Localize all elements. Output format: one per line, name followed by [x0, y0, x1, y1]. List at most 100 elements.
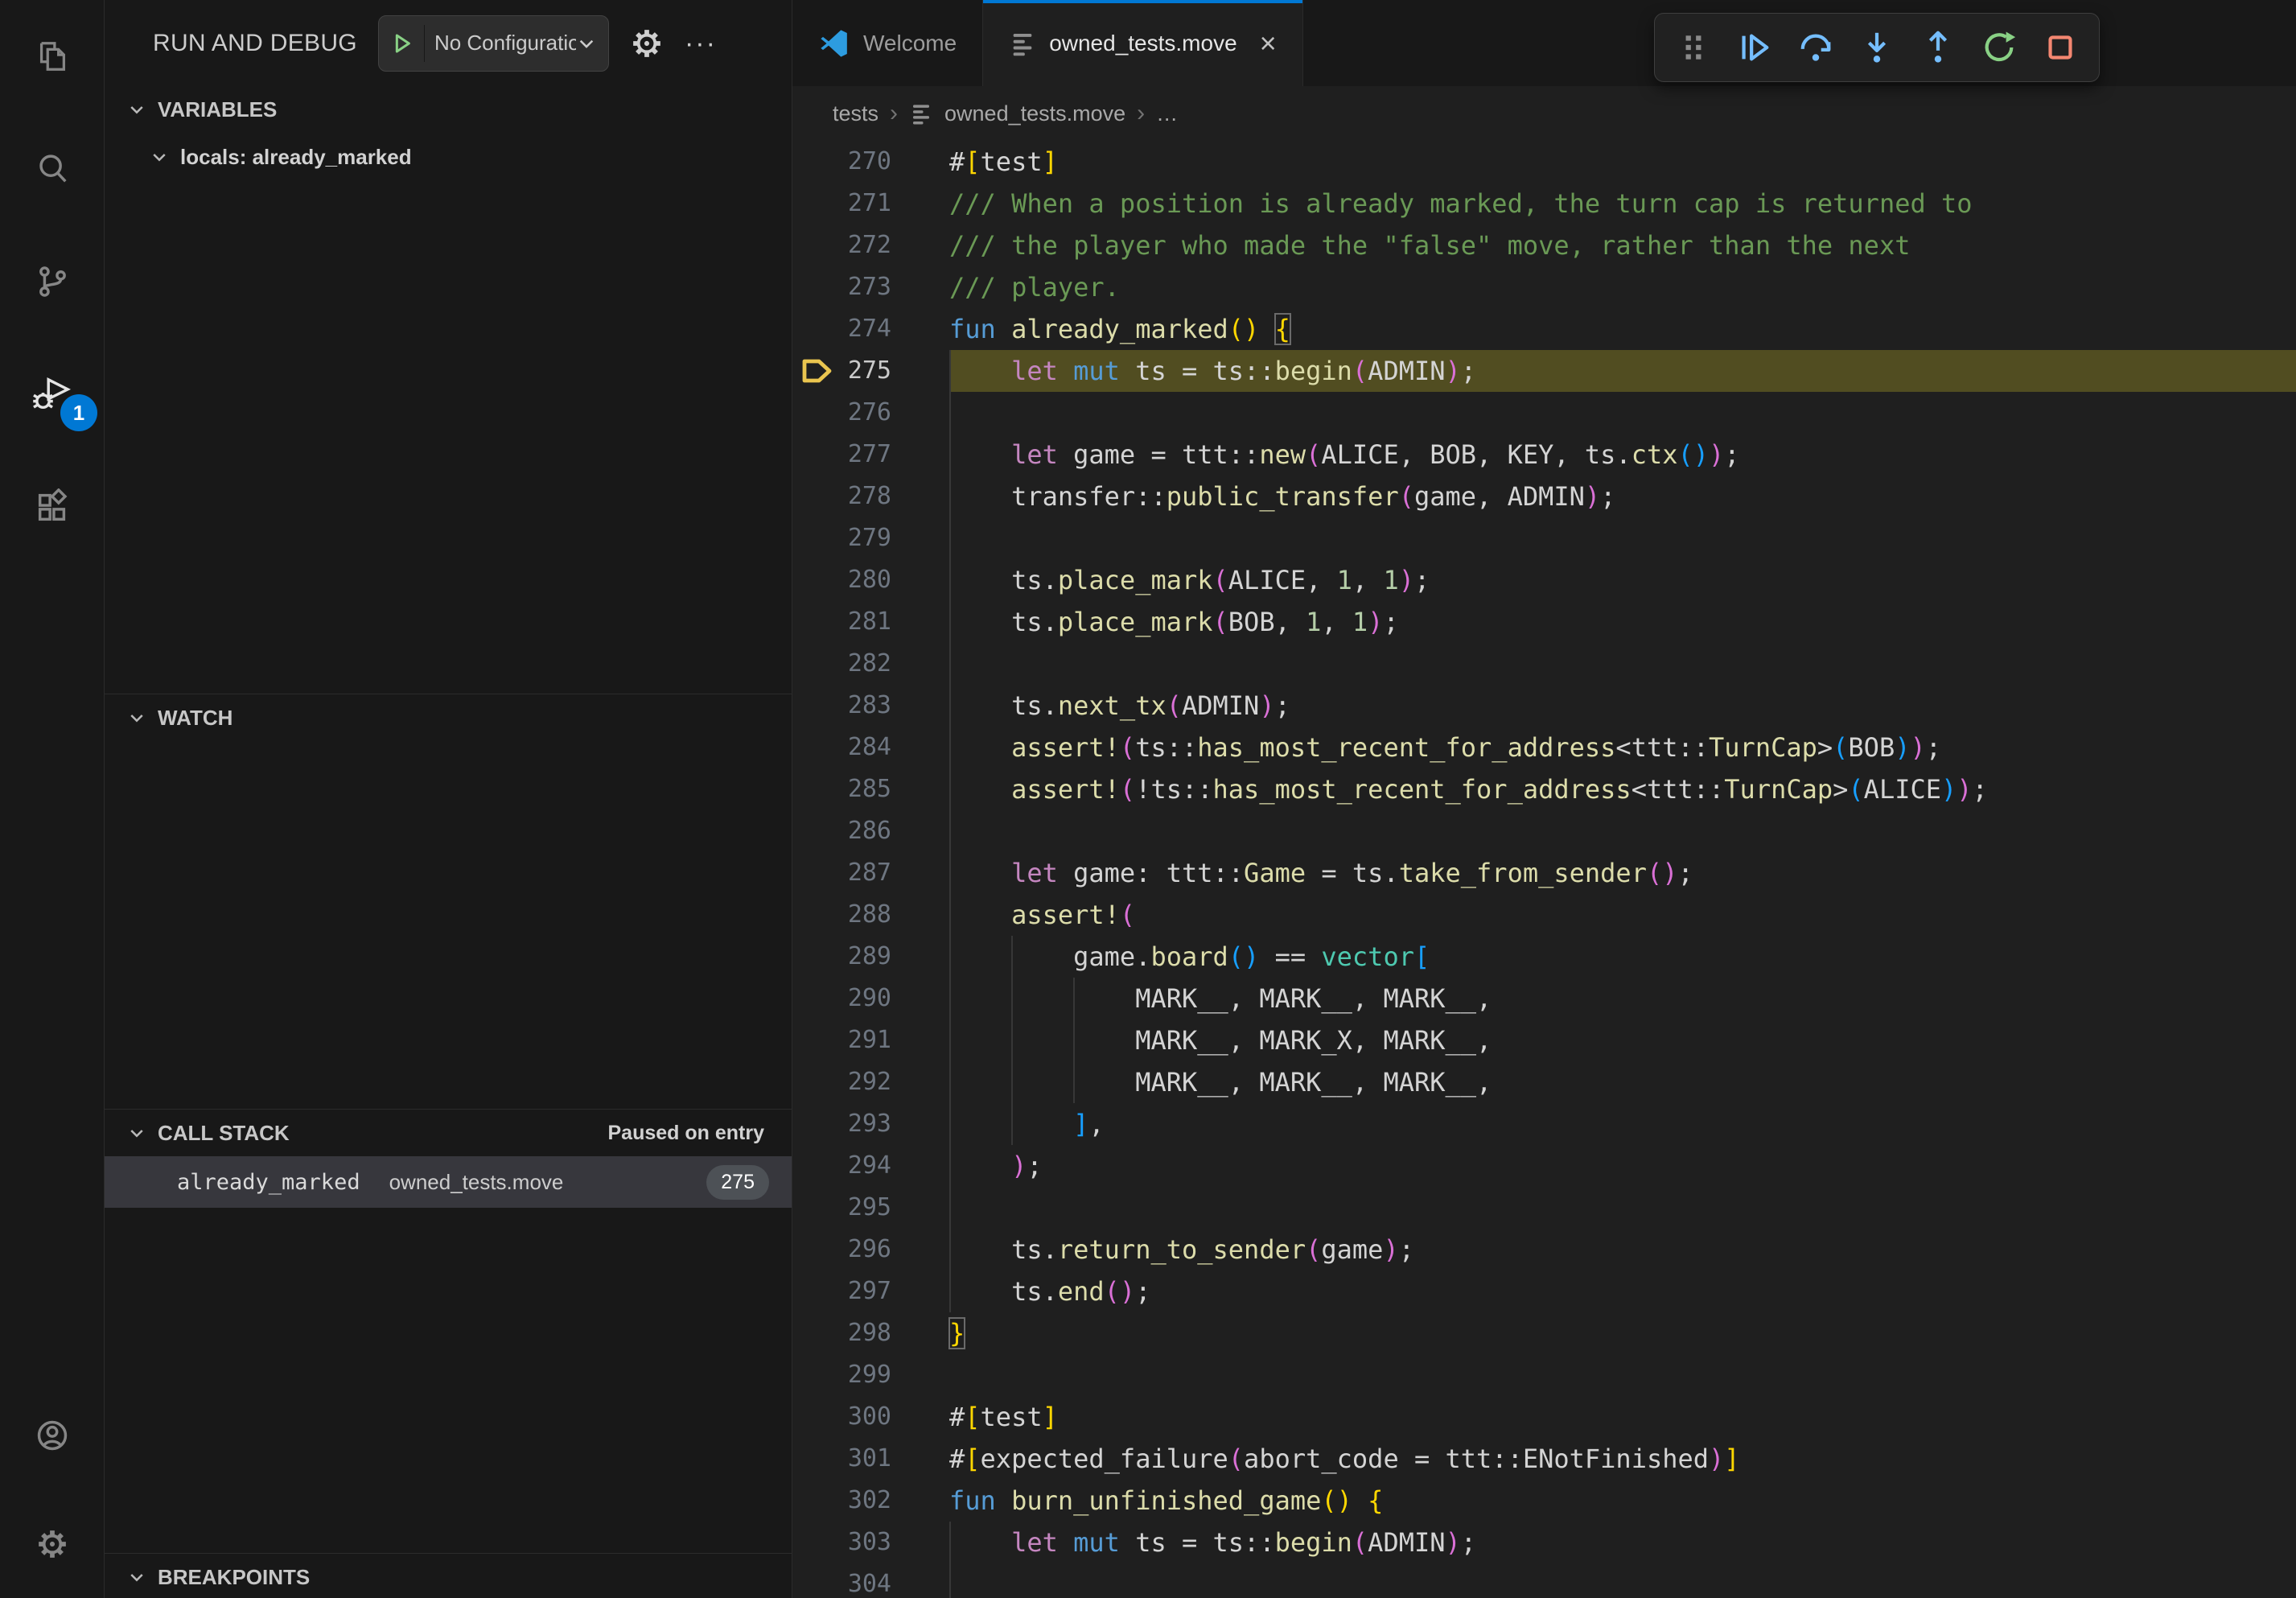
code-line[interactable]: 280 ts.place_mark(ALICE, 1, 1);	[792, 559, 2296, 601]
gutter[interactable]: 288	[792, 894, 949, 936]
toolbar-drag-handle[interactable]	[1666, 20, 1721, 75]
gutter[interactable]: 304	[792, 1563, 949, 1598]
gutter[interactable]: 298	[792, 1312, 949, 1354]
gutter[interactable]: 294	[792, 1145, 949, 1187]
account-icon[interactable]	[0, 1381, 104, 1489]
code-line[interactable]: 279	[792, 517, 2296, 559]
gutter[interactable]: 277	[792, 434, 949, 476]
code-line[interactable]: 288 assert!(	[792, 894, 2296, 936]
code-line[interactable]: 273/// player.	[792, 266, 2296, 308]
continue-icon[interactable]	[1727, 20, 1782, 75]
source-control-icon[interactable]	[0, 225, 104, 338]
launch-config-control[interactable]: No Configurations	[378, 15, 609, 72]
code-line[interactable]: 287 let game: ttt::Game = ts.take_from_s…	[792, 852, 2296, 894]
search-icon[interactable]	[0, 113, 104, 225]
code-line[interactable]: 272/// the player who made the "false" m…	[792, 224, 2296, 266]
close-tab-icon[interactable]: ×	[1260, 29, 1277, 58]
locals-scope-row[interactable]: locals: already_marked	[105, 133, 792, 181]
code-line[interactable]: 274fun already_marked() {	[792, 308, 2296, 350]
tab-owned-tests-move[interactable]: owned_tests.move ×	[983, 0, 1303, 86]
gutter[interactable]: 290	[792, 978, 949, 1019]
code-line[interactable]: 284 assert!(ts::has_most_recent_for_addr…	[792, 727, 2296, 768]
extensions-icon[interactable]	[0, 451, 104, 563]
code-line[interactable]: 299	[792, 1354, 2296, 1396]
watch-header[interactable]: WATCH	[105, 694, 792, 741]
gutter[interactable]: 287	[792, 852, 949, 894]
breakpoints-header[interactable]: BREAKPOINTS	[105, 1554, 792, 1598]
code-line[interactable]: 276	[792, 392, 2296, 434]
code-line[interactable]: 291 MARK__, MARK_X, MARK__,	[792, 1019, 2296, 1061]
gutter[interactable]: 284	[792, 727, 949, 768]
gutter[interactable]: 293	[792, 1103, 949, 1145]
code-line[interactable]: 281 ts.place_mark(BOB, 1, 1);	[792, 601, 2296, 643]
code-line[interactable]: 303 let mut ts = ts::begin(ADMIN);	[792, 1522, 2296, 1563]
breadcrumb-folder[interactable]: tests	[833, 101, 878, 126]
gutter[interactable]: 273	[792, 266, 949, 308]
variables-header[interactable]: VARIABLES	[105, 86, 792, 133]
code-line[interactable]: 298}	[792, 1312, 2296, 1354]
stack-frame-row[interactable]: already_marked owned_tests.move 275	[105, 1156, 792, 1208]
gutter[interactable]: 285	[792, 768, 949, 810]
gutter[interactable]: 289	[792, 936, 949, 978]
gutter[interactable]: 270	[792, 141, 949, 183]
code-line[interactable]: 277 let game = ttt::new(ALICE, BOB, KEY,…	[792, 434, 2296, 476]
gutter[interactable]: 275	[792, 350, 949, 392]
gutter[interactable]: 286	[792, 810, 949, 852]
run-and-debug-icon[interactable]: 1	[0, 338, 104, 451]
code-line[interactable]: 294 );	[792, 1145, 2296, 1187]
code-line[interactable]: 304	[792, 1563, 2296, 1598]
breadcrumb-file[interactable]: owned_tests.move	[944, 101, 1125, 126]
gutter[interactable]: 272	[792, 224, 949, 266]
call-stack-header[interactable]: CALL STACK Paused on entry	[105, 1110, 792, 1156]
step-into-icon[interactable]	[1850, 20, 1904, 75]
restart-icon[interactable]	[1972, 20, 2026, 75]
code-line[interactable]: 302fun burn_unfinished_game() {	[792, 1480, 2296, 1522]
code-line[interactable]: 293 ],	[792, 1103, 2296, 1145]
gutter[interactable]: 295	[792, 1187, 949, 1229]
gutter[interactable]: 271	[792, 183, 949, 224]
code-line[interactable]: 278 transfer::public_transfer(game, ADMI…	[792, 476, 2296, 517]
code-line[interactable]: 271/// When a position is already marked…	[792, 183, 2296, 224]
gutter[interactable]: 302	[792, 1480, 949, 1522]
code-line[interactable]: 282	[792, 643, 2296, 685]
gutter[interactable]: 279	[792, 517, 949, 559]
gutter[interactable]: 283	[792, 685, 949, 727]
debug-settings-gear-icon[interactable]	[628, 25, 665, 62]
step-over-icon[interactable]	[1788, 20, 1843, 75]
gutter[interactable]: 303	[792, 1522, 949, 1563]
code-line[interactable]: 300#[test]	[792, 1396, 2296, 1438]
stop-icon[interactable]	[2033, 20, 2088, 75]
gutter[interactable]: 301	[792, 1438, 949, 1480]
code-line[interactable]: 301#[expected_failure(abort_code = ttt::…	[792, 1438, 2296, 1480]
code-line[interactable]: 283 ts.next_tx(ADMIN);	[792, 685, 2296, 727]
code-editor[interactable]: 270#[test]271/// When a position is alre…	[792, 141, 2296, 1598]
breadcrumb-symbol[interactable]: …	[1156, 101, 1178, 126]
gutter[interactable]: 278	[792, 476, 949, 517]
tab-welcome[interactable]: Welcome	[792, 0, 983, 86]
gutter[interactable]: 280	[792, 559, 949, 601]
code-line[interactable]: 275 let mut ts = ts::begin(ADMIN);	[792, 350, 2296, 392]
step-out-icon[interactable]	[1911, 20, 1965, 75]
gutter[interactable]: 292	[792, 1061, 949, 1103]
gutter[interactable]: 296	[792, 1229, 949, 1271]
code-line[interactable]: 289 game.board() == vector[	[792, 936, 2296, 978]
more-actions-icon[interactable]: ···	[685, 30, 717, 57]
gutter[interactable]: 300	[792, 1396, 949, 1438]
code-line[interactable]: 296 ts.return_to_sender(game);	[792, 1229, 2296, 1271]
settings-gear-icon[interactable]	[0, 1489, 104, 1598]
gutter[interactable]: 299	[792, 1354, 949, 1396]
code-line[interactable]: 270#[test]	[792, 141, 2296, 183]
gutter[interactable]: 297	[792, 1271, 949, 1312]
explorer-icon[interactable]	[0, 0, 104, 113]
code-line[interactable]: 285 assert!(!ts::has_most_recent_for_add…	[792, 768, 2296, 810]
gutter[interactable]: 274	[792, 308, 949, 350]
code-line[interactable]: 290 MARK__, MARK__, MARK__,	[792, 978, 2296, 1019]
gutter[interactable]: 282	[792, 643, 949, 685]
code-line[interactable]: 292 MARK__, MARK__, MARK__,	[792, 1061, 2296, 1103]
gutter[interactable]: 291	[792, 1019, 949, 1061]
gutter[interactable]: 281	[792, 601, 949, 643]
code-line[interactable]: 297 ts.end();	[792, 1271, 2296, 1312]
code-line[interactable]: 286	[792, 810, 2296, 852]
gutter[interactable]: 276	[792, 392, 949, 434]
code-line[interactable]: 295	[792, 1187, 2296, 1229]
